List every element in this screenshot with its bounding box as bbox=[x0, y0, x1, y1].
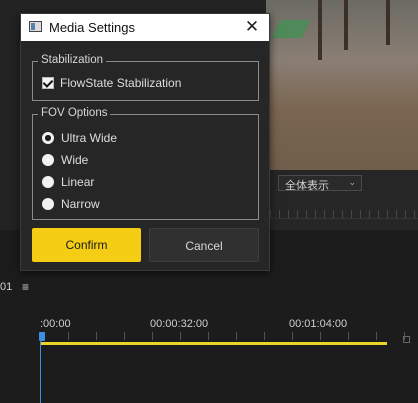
flowstate-checkbox[interactable] bbox=[42, 77, 54, 89]
stabilization-group: Stabilization FlowState Stabilization bbox=[32, 54, 259, 101]
flowstate-label: FlowState Stabilization bbox=[60, 76, 182, 90]
ruler-label: :00:00 bbox=[40, 318, 71, 330]
ruler-label: 00:00:32:00 bbox=[150, 318, 209, 330]
fov-option-label: Ultra Wide bbox=[61, 131, 118, 145]
timeline-end-marker bbox=[403, 336, 410, 343]
media-settings-dialog: Media Settings ✕ Stabilization FlowState… bbox=[20, 13, 270, 271]
fov-option-narrow[interactable]: Narrow bbox=[42, 197, 100, 211]
zoom-level-value: 全体表示 bbox=[285, 180, 329, 192]
fov-option-label: Linear bbox=[61, 175, 95, 189]
video-preview bbox=[266, 0, 418, 170]
clip-bar[interactable] bbox=[41, 342, 387, 345]
fov-option-label: Narrow bbox=[61, 197, 100, 211]
radio-icon[interactable] bbox=[42, 154, 54, 166]
fov-option-linear[interactable]: Linear bbox=[42, 175, 94, 189]
dialog-titlebar[interactable]: Media Settings ✕ bbox=[21, 14, 269, 41]
hamburger-menu-icon[interactable]: ≡ bbox=[22, 280, 29, 294]
ruler-label: 00:01:04:00 bbox=[289, 318, 348, 330]
zoom-level-select[interactable]: 全体表示 ⌄ bbox=[278, 175, 362, 192]
timeline-ruler[interactable] bbox=[40, 332, 418, 340]
fov-option-wide[interactable]: Wide bbox=[42, 153, 88, 167]
flowstate-stabilization-option[interactable]: FlowState Stabilization bbox=[42, 76, 181, 90]
close-icon[interactable]: ✕ bbox=[242, 16, 262, 38]
radio-icon[interactable] bbox=[42, 198, 54, 210]
playground-slide bbox=[271, 20, 311, 38]
cancel-button[interactable]: Cancel bbox=[149, 228, 259, 262]
chevron-down-icon: ⌄ bbox=[348, 177, 356, 187]
tree-trunk bbox=[318, 0, 322, 60]
checkmark-icon bbox=[42, 77, 54, 88]
radio-selected-icon[interactable] bbox=[42, 132, 54, 144]
window-app-icon bbox=[29, 21, 42, 32]
fov-options-group: FOV Options Ultra Wide Wide Linear Narro… bbox=[32, 107, 259, 220]
fov-option-label: Wide bbox=[61, 153, 89, 167]
fov-options-legend: FOV Options bbox=[38, 107, 111, 119]
stabilization-legend: Stabilization bbox=[38, 54, 107, 66]
preview-ruler bbox=[270, 210, 418, 219]
radio-icon[interactable] bbox=[42, 176, 54, 188]
tree-trunk bbox=[386, 0, 390, 45]
timecode-display: 01 bbox=[0, 281, 13, 293]
playhead-line[interactable] bbox=[40, 340, 41, 403]
confirm-button[interactable]: Confirm bbox=[32, 228, 141, 262]
tree-trunk bbox=[344, 0, 348, 50]
fov-option-ultra-wide[interactable]: Ultra Wide bbox=[42, 131, 117, 145]
dialog-title: Media Settings bbox=[49, 20, 135, 35]
